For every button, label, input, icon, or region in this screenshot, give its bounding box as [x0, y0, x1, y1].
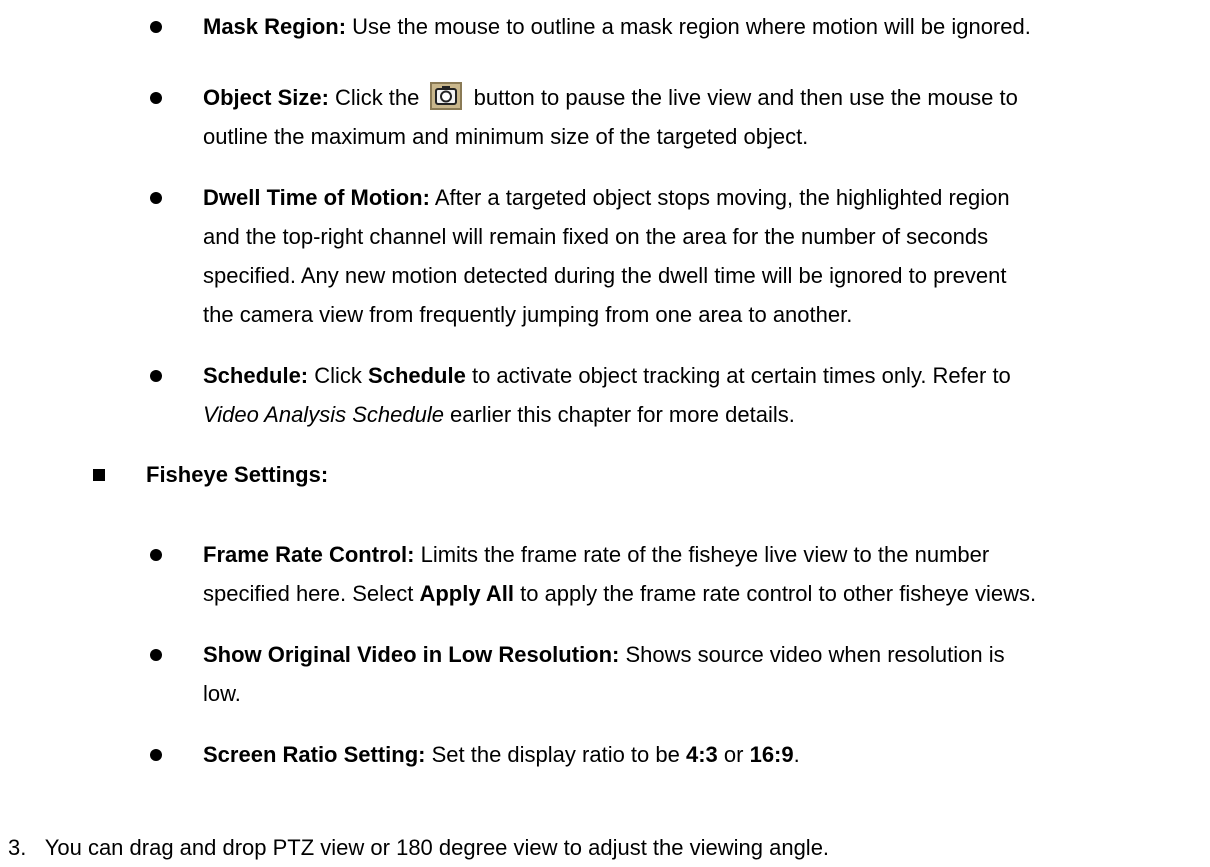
term-screen-ratio: Screen Ratio Setting:	[203, 742, 426, 767]
desc-frame-rate-line2-b: to apply the frame rate control to other…	[514, 581, 1037, 606]
list-item-mask-region: Mask Region: Use the mouse to outline a …	[203, 7, 1203, 46]
camera-icon	[429, 82, 462, 110]
term-mask-region: Mask Region:	[203, 14, 347, 39]
desc-screen-ratio-b: or	[717, 742, 750, 767]
bullet-icon	[150, 192, 162, 204]
square-bullet-icon	[93, 469, 105, 481]
desc-screen-ratio-a: Set the display ratio to be	[425, 742, 686, 767]
desc-screen-ratio-c: .	[793, 742, 800, 767]
bullet-icon	[150, 370, 162, 382]
desc-schedule-line2: earlier this chapter for more details.	[443, 402, 795, 427]
term-frame-rate: Frame Rate Control:	[203, 542, 415, 567]
desc-object-size-a: Click the	[328, 85, 426, 110]
step-3: 3. You can drag and drop PTZ view or 180…	[8, 828, 829, 867]
desc-schedule-a: Click	[308, 363, 369, 388]
desc-object-size-line2: outline the maximum and minimum size of …	[203, 124, 809, 149]
desc-frame-rate-line2-a: specified here. Select	[203, 581, 420, 606]
term-schedule: Schedule:	[203, 363, 309, 388]
desc-show-original-video: Shows source video when resolution is	[619, 642, 1005, 667]
ratio-4-3: 4:3	[685, 742, 718, 767]
ratio-16-9: 16:9	[749, 742, 794, 767]
step-number: 3.	[8, 835, 27, 860]
list-item-frame-rate: Frame Rate Control: Limits the frame rat…	[203, 535, 1203, 613]
bullet-icon	[150, 549, 162, 561]
desc-schedule-b: to activate object tracking at certain t…	[465, 363, 1011, 388]
bullet-icon	[150, 749, 162, 761]
desc-dwell-time-line2: and the top-right channel will remain fi…	[203, 224, 989, 249]
term-show-original-video: Show Original Video in Low Resolution:	[203, 642, 620, 667]
bullet-icon	[150, 21, 162, 33]
desc-frame-rate: Limits the frame rate of the fisheye liv…	[414, 542, 990, 567]
desc-dwell-time: After a targeted object stops moving, th…	[429, 185, 1010, 210]
section-title-fisheye-settings: Fisheye Settings:	[146, 462, 329, 487]
desc-object-size-b: button to pause the live view and then u…	[467, 85, 1018, 110]
schedule-reference: Video Analysis Schedule	[203, 402, 444, 427]
desc-show-original-video-line2: low.	[203, 681, 241, 706]
desc-frame-rate-bold: Apply All	[419, 581, 514, 606]
list-item-show-original-video: Show Original Video in Low Resolution: S…	[203, 635, 1203, 713]
desc-dwell-time-line4: the camera view from frequently jumping …	[203, 302, 853, 327]
desc-dwell-time-line3: specified. Any new motion detected durin…	[203, 263, 1007, 288]
desc-mask-region: Use the mouse to outline a mask region w…	[346, 14, 1031, 39]
bullet-icon	[150, 649, 162, 661]
list-item-screen-ratio: Screen Ratio Setting: Set the display ra…	[203, 735, 1203, 774]
list-item-object-size: Object Size: Click the button to pause t…	[203, 78, 1203, 156]
list-item-dwell-time: Dwell Time of Motion: After a targeted o…	[203, 178, 1203, 334]
bullet-icon	[150, 92, 162, 104]
term-dwell-time: Dwell Time of Motion:	[203, 185, 430, 210]
list-item-schedule: Schedule: Click Schedule to activate obj…	[203, 356, 1203, 434]
term-object-size: Object Size:	[203, 85, 329, 110]
step-text: You can drag and drop PTZ view or 180 de…	[44, 835, 830, 860]
desc-schedule-bold: Schedule	[368, 363, 466, 388]
